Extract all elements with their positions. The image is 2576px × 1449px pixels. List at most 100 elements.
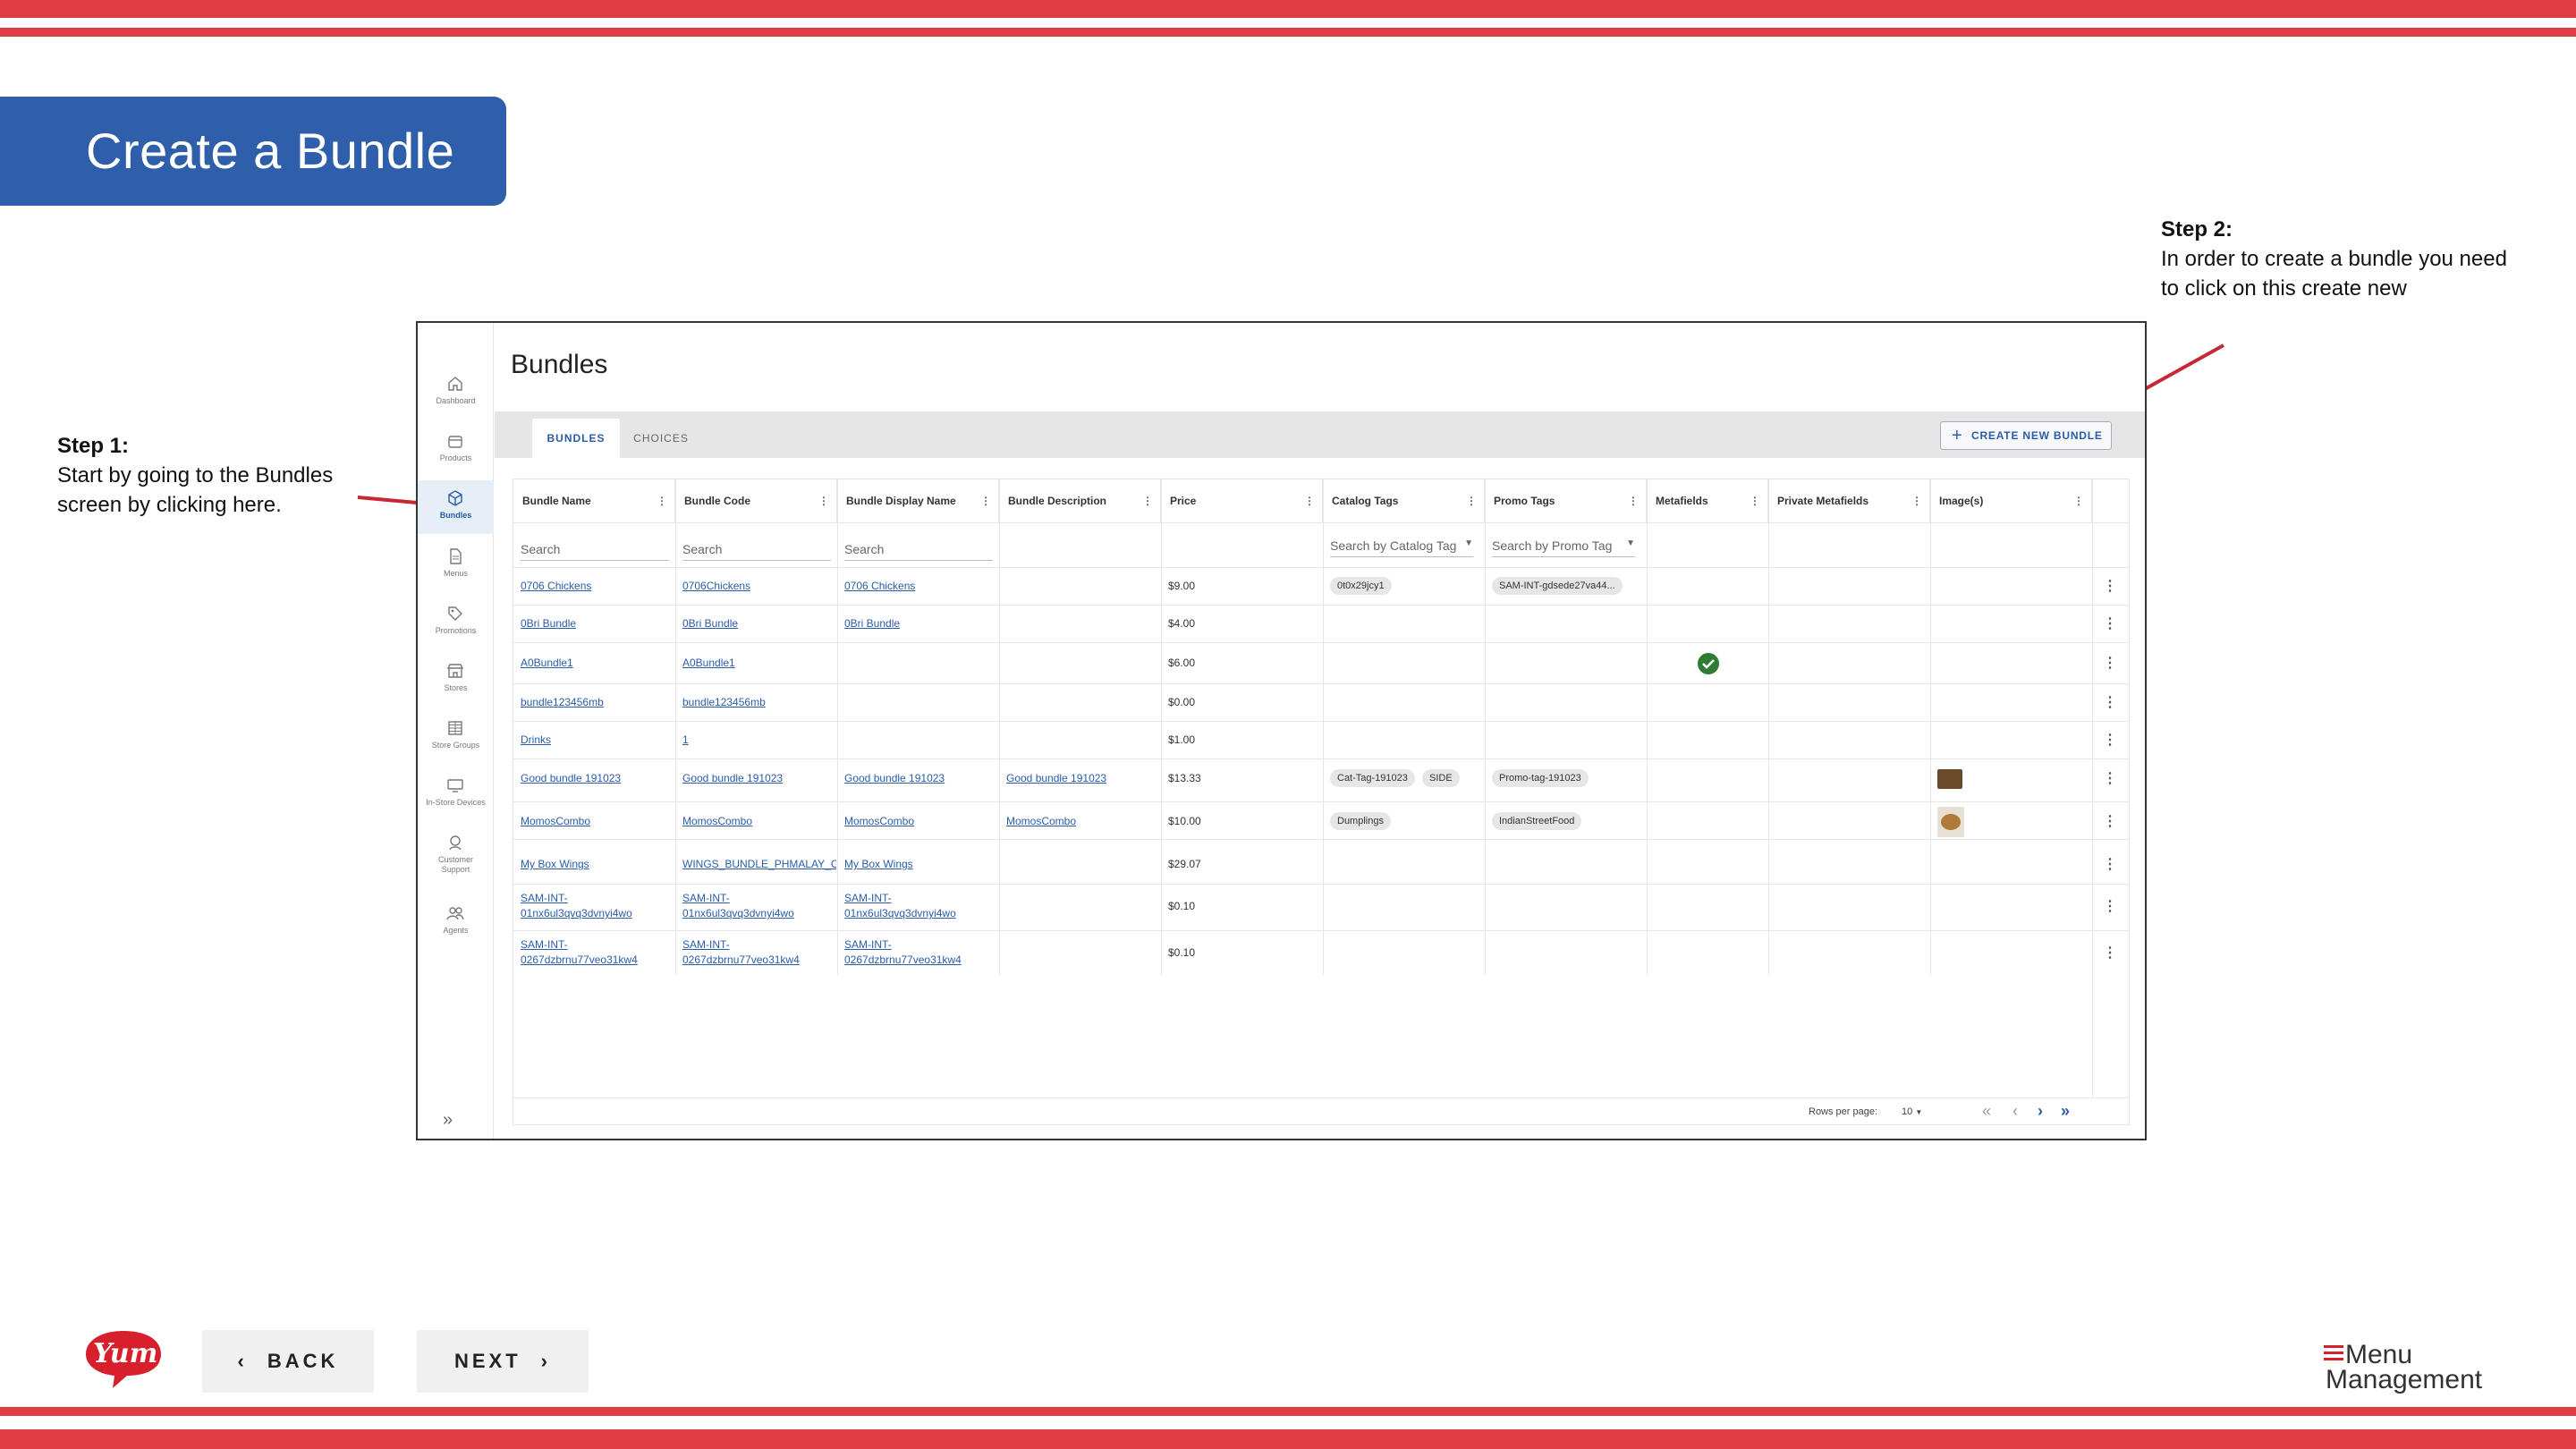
- bundle-code-link[interactable]: 0706Chickens: [682, 579, 750, 594]
- next-page-icon[interactable]: ›: [2038, 1102, 2043, 1121]
- bundle-display-name-link[interactable]: 0Bri Bundle: [844, 616, 900, 631]
- price-cell: $0.10: [1168, 946, 1196, 959]
- column-header-images[interactable]: Image(s) ⋮: [1930, 479, 2092, 522]
- bundle-display-name-link[interactable]: My Box Wings: [844, 857, 913, 872]
- bundle-name-link[interactable]: Good bundle 191023: [521, 771, 621, 786]
- bundle-description-link[interactable]: Good bundle 191023: [1006, 771, 1106, 786]
- row-menu-icon[interactable]: ⋮: [2103, 577, 2117, 595]
- row-menu-icon[interactable]: ⋮: [2103, 897, 2117, 915]
- sidebar-item-menus[interactable]: Menus: [418, 538, 494, 592]
- column-header-bundle-name[interactable]: Bundle Name ⋮: [513, 479, 675, 522]
- column-header-private-metafields[interactable]: Private Metafields ⋮: [1768, 479, 1930, 522]
- catalog-tag-filter-select[interactable]: Search by Catalog Tag ▼: [1330, 538, 1473, 557]
- price-cell: $9.00: [1168, 580, 1196, 592]
- row-divider: [513, 642, 2129, 643]
- bundle-display-name-link[interactable]: SAM-INT- 01nx6ul3qvq3dvnyi4wo: [844, 891, 956, 921]
- bundle-code-search-input[interactable]: Search: [682, 542, 831, 561]
- row-menu-icon[interactable]: ⋮: [2103, 812, 2117, 830]
- bundle-name-link[interactable]: A0Bundle1: [521, 656, 573, 671]
- create-new-bundle-button[interactable]: + CREATE NEW BUNDLE: [1940, 421, 2112, 450]
- row-menu-icon[interactable]: ⋮: [2103, 944, 2117, 962]
- column-menu-icon[interactable]: ⋮: [1750, 479, 1760, 522]
- row-menu-icon[interactable]: ⋮: [2103, 855, 2117, 873]
- column-header-promo-tags[interactable]: Promo Tags ⋮: [1485, 479, 1647, 522]
- column-header-metafields[interactable]: Metafields ⋮: [1647, 479, 1768, 522]
- row-menu-icon[interactable]: ⋮: [2103, 731, 2117, 749]
- sidebar-item-promotions[interactable]: Promotions: [418, 596, 494, 649]
- sidebar-item-label: Products: [439, 453, 472, 462]
- column-divider: [837, 479, 838, 975]
- bundle-code-link[interactable]: 1: [682, 733, 689, 748]
- back-button[interactable]: ‹ BACK: [202, 1330, 374, 1393]
- expand-sidebar-icon[interactable]: »: [443, 1110, 453, 1131]
- sidebar-item-label: Dashboard: [436, 396, 476, 405]
- column-menu-icon[interactable]: ⋮: [818, 479, 829, 522]
- sidebar-item-bundles[interactable]: Bundles: [418, 480, 494, 534]
- column-header-bundle-description[interactable]: Bundle Description ⋮: [999, 479, 1161, 522]
- sidebar-item-dashboard[interactable]: Dashboard: [418, 366, 494, 419]
- dropdown-arrow-icon: ▼: [1915, 1108, 1923, 1116]
- prev-page-icon[interactable]: ‹: [2012, 1102, 2018, 1121]
- column-header-catalog-tags[interactable]: Catalog Tags ⋮: [1323, 479, 1485, 522]
- row-menu-icon[interactable]: ⋮: [2103, 769, 2117, 787]
- sidebar-item-customer-support[interactable]: Customer Support: [418, 825, 494, 887]
- bundle-name-link[interactable]: Drinks: [521, 733, 551, 748]
- bundle-code-link[interactable]: bundle123456mb: [682, 695, 766, 710]
- column-menu-icon[interactable]: ⋮: [1142, 479, 1153, 522]
- bundle-code-link[interactable]: 0Bri Bundle: [682, 616, 738, 631]
- bundles-table: Bundle Name ⋮ Bundle Code ⋮ Bundle Display…: [513, 479, 2130, 1125]
- row-menu-icon[interactable]: ⋮: [2103, 693, 2117, 711]
- sidebar-item-agents[interactable]: Agents: [418, 895, 494, 949]
- bundle-code-link[interactable]: WINGS_BUNDLE_PHMALAY_C: [682, 857, 836, 872]
- row-menu-icon[interactable]: ⋮: [2103, 654, 2117, 672]
- price-cell: $1.00: [1168, 733, 1196, 746]
- bundle-name-line1: SAM-INT-: [521, 938, 568, 951]
- display-name-search-input[interactable]: Search: [844, 542, 993, 561]
- row-menu-icon[interactable]: ⋮: [2103, 614, 2117, 632]
- promo-tag-filter-placeholder: Search by Promo Tag: [1492, 538, 1613, 553]
- bundle-display-name-link[interactable]: Good bundle 191023: [844, 771, 945, 786]
- next-button[interactable]: NEXT ›: [417, 1330, 589, 1393]
- bundle-description-link[interactable]: MomosCombo: [1006, 814, 1076, 829]
- tab-bundles[interactable]: BUNDLES: [532, 419, 620, 458]
- column-menu-icon[interactable]: ⋮: [1466, 479, 1477, 522]
- column-menu-icon[interactable]: ⋮: [657, 479, 667, 522]
- bundle-name-link[interactable]: SAM-INT- 01nx6ul3qvq3dvnyi4wo: [521, 891, 632, 921]
- bundle-code-link[interactable]: SAM-INT- 0267dzbrnu77veo31kw4: [682, 937, 800, 968]
- bundle-name-link[interactable]: MomosCombo: [521, 814, 590, 829]
- column-menu-icon[interactable]: ⋮: [980, 479, 991, 522]
- first-page-icon[interactable]: «: [1982, 1102, 1991, 1121]
- column-menu-icon[interactable]: ⋮: [1628, 479, 1639, 522]
- slide-title: Create a Bundle: [86, 123, 455, 179]
- bundle-display-name-link[interactable]: SAM-INT- 0267dzbrnu77veo31kw4: [844, 937, 962, 968]
- promo-tag-filter-select[interactable]: Search by Promo Tag ▼: [1492, 538, 1635, 557]
- column-menu-icon[interactable]: ⋮: [1911, 479, 1922, 522]
- bundle-code-link[interactable]: Good bundle 191023: [682, 771, 783, 786]
- tab-choices[interactable]: CHOICES: [625, 419, 697, 458]
- bundle-name-link[interactable]: 0Bri Bundle: [521, 616, 576, 631]
- bundle-code-link[interactable]: A0Bundle1: [682, 656, 735, 671]
- sidebar-item-stores[interactable]: Stores: [418, 653, 494, 707]
- column-menu-icon[interactable]: ⋮: [2073, 479, 2084, 522]
- sidebar-item-products[interactable]: Products: [418, 423, 494, 477]
- sidebar-item-in-store-devices[interactable]: In-Store Devices: [418, 767, 494, 821]
- rows-per-page-select[interactable]: 10 ▼: [1902, 1106, 1922, 1117]
- bundle-display-name-link[interactable]: MomosCombo: [844, 814, 914, 829]
- bundle-name-link[interactable]: My Box Wings: [521, 857, 589, 872]
- top-stripe-thin: [0, 28, 2576, 37]
- sidebar-item-store-groups[interactable]: Store Groups: [418, 710, 494, 764]
- bundle-name-link[interactable]: 0706 Chickens: [521, 579, 591, 594]
- bundle-name-link[interactable]: SAM-INT- 0267dzbrnu77veo31kw4: [521, 937, 638, 968]
- column-header-bundle-code[interactable]: Bundle Code ⋮: [675, 479, 837, 522]
- bundle-name-search-input[interactable]: Search: [521, 542, 669, 561]
- price-cell: $4.00: [1168, 617, 1196, 630]
- bundle-code-link[interactable]: SAM-INT- 01nx6ul3qvq3dvnyi4wo: [682, 891, 794, 921]
- bundle-name-link[interactable]: bundle123456mb: [521, 695, 604, 710]
- last-page-icon[interactable]: »: [2061, 1102, 2070, 1121]
- column-menu-icon[interactable]: ⋮: [1304, 479, 1315, 522]
- column-header-bundle-display-name[interactable]: Bundle Display Name ⋮: [837, 479, 999, 522]
- bundle-code-link[interactable]: MomosCombo: [682, 814, 752, 829]
- bundle-display-name-link[interactable]: 0706 Chickens: [844, 579, 915, 594]
- food-thumbnail: [1937, 769, 1962, 789]
- column-header-price[interactable]: Price ⋮: [1161, 479, 1323, 522]
